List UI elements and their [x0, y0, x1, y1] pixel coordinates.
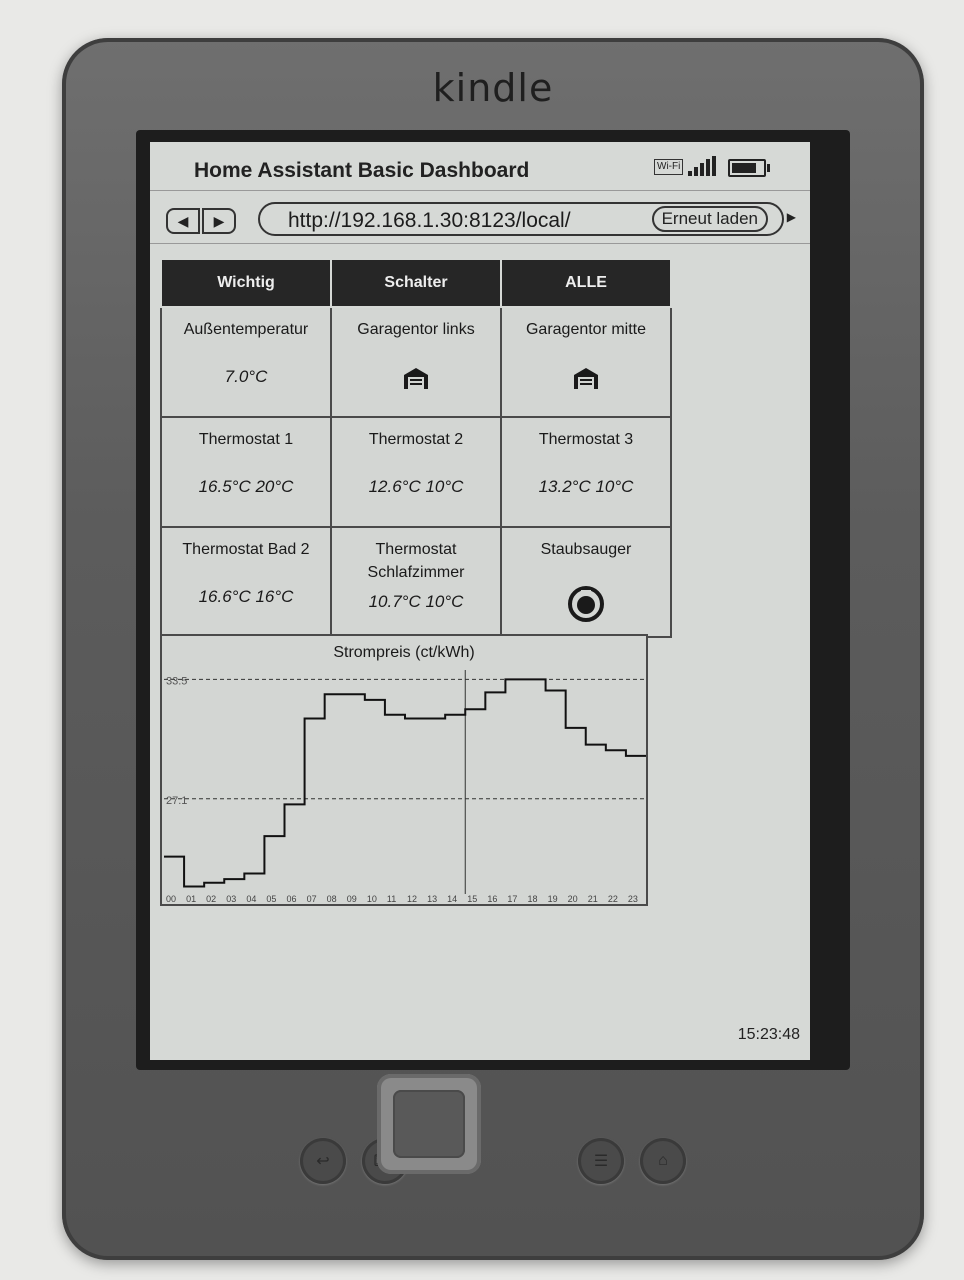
garage-icon	[574, 368, 598, 389]
x-tick-label: 02	[206, 894, 216, 904]
tile-thermostat-bad-2[interactable]: Thermostat Bad 2 16.6°C 16°C	[160, 526, 332, 638]
signal-strength-icon	[688, 156, 720, 176]
home-hardware-button[interactable]: ⌂	[640, 1138, 686, 1184]
x-tick-label: 21	[588, 894, 598, 904]
forward-button[interactable]: ▶	[202, 208, 236, 234]
tile-garagentor-mitte[interactable]: Garagentor mitte	[500, 306, 672, 418]
tile-value: 16.5°C 20°C	[198, 477, 294, 496]
five-way-controller[interactable]	[377, 1074, 481, 1174]
price-series-line	[164, 678, 646, 888]
x-tick-label: 22	[608, 894, 618, 904]
kindle-logo: kindle	[432, 66, 554, 110]
tile-value: 12.6°C 10°C	[368, 477, 464, 496]
tile-value: 7.0°C	[224, 367, 268, 386]
x-tick-label: 19	[548, 894, 558, 904]
x-tick-label: 18	[528, 894, 538, 904]
clock: 15:23:48	[737, 1026, 800, 1043]
tile-thermostat-1[interactable]: Thermostat 1 16.5°C 20°C	[160, 416, 332, 528]
x-tick-label: 08	[327, 894, 337, 904]
x-tick-label: 15	[467, 894, 477, 904]
back-button[interactable]: ◀	[166, 208, 200, 234]
x-tick-label: 05	[266, 894, 276, 904]
tile-name: Garagentor links	[357, 321, 475, 338]
select-button[interactable]	[393, 1090, 465, 1158]
url-text: http://192.168.1.30:8123/local/	[288, 209, 571, 232]
page-title: Home Assistant Basic Dashboard	[194, 159, 530, 182]
chevron-right-icon: ▶	[786, 210, 796, 224]
price-chart: Strompreis (ct/kWh) 33.5 27.1 00 01 02 03 04 05…	[160, 634, 648, 906]
x-tick-label: 10	[367, 894, 377, 904]
tile-name: Außentemperatur	[183, 321, 309, 338]
garage-icon	[404, 368, 428, 389]
tile-value: 13.2°C 10°C	[538, 477, 634, 496]
tile-aussentemperatur[interactable]: Außentemperatur 7.0°C	[160, 306, 332, 418]
x-tick-label: 11	[387, 894, 396, 904]
history-buttons: ◀ ▶	[166, 208, 236, 234]
tile-thermostat-2[interactable]: Thermostat 2 12.6°C 10°C	[330, 416, 502, 528]
x-tick-label: 13	[427, 894, 437, 904]
battery-icon	[728, 159, 770, 177]
tile-garagentor-links[interactable]: Garagentor links	[330, 306, 502, 418]
status-bar: Home Assistant Basic Dashboard Wi-Fi	[150, 142, 810, 190]
x-tick-label: 23	[628, 894, 638, 904]
menu-hardware-button[interactable]: ☰	[578, 1138, 624, 1184]
back-hardware-button[interactable]: ↩	[300, 1138, 346, 1184]
tile-thermostat-schlafzimmer[interactable]: Thermostat Schlafzimmer 10.7°C 10°C	[330, 526, 502, 638]
tile-name: Thermostat 2	[368, 431, 464, 448]
x-tick-label: 20	[568, 894, 578, 904]
chart-plot: 33.5 27.1 00 01 02 03 04 05 06 07 08 09 10 11 12 13 14 15…	[164, 670, 646, 904]
tile-name: Thermostat 3	[538, 431, 634, 448]
x-tick-label: 16	[487, 894, 497, 904]
x-tick-label: 00	[166, 894, 176, 904]
wifi-icon: Wi-Fi	[654, 159, 684, 175]
reference-label: 33.5	[166, 675, 187, 687]
tab-wichtig[interactable]: Wichtig	[160, 258, 332, 308]
dashboard-grid: Wichtig Schalter ALLE Außentemperatur 7.…	[160, 258, 672, 638]
tile-thermostat-3[interactable]: Thermostat 3 13.2°C 10°C	[500, 416, 672, 528]
x-tick-label: 07	[307, 894, 317, 904]
tile-value: 16.6°C 16°C	[198, 587, 294, 606]
tile-name: Garagentor mitte	[525, 321, 647, 338]
e-ink-screen: Home Assistant Basic Dashboard Wi-Fi ◀ ▶…	[150, 142, 810, 1060]
tab-schalter[interactable]: Schalter	[330, 258, 502, 308]
x-tick-label: 14	[447, 894, 457, 904]
tile-staubsauger[interactable]: Staubsauger	[500, 526, 672, 638]
x-tick-label: 01	[186, 894, 196, 904]
tab-alle[interactable]: ALLE	[500, 258, 672, 308]
x-tick-label: 12	[407, 894, 417, 904]
x-tick-label: 17	[507, 894, 517, 904]
x-tick-label: 09	[347, 894, 357, 904]
x-tick-label: 03	[226, 894, 236, 904]
robot-vacuum-icon	[568, 586, 604, 622]
tile-name: Thermostat Bad 2	[182, 541, 310, 558]
tile-name: Thermostat 1	[198, 431, 294, 448]
tile-name: Thermostat Schlafzimmer	[367, 541, 465, 581]
reload-button[interactable]: Erneut laden	[651, 206, 768, 232]
reference-label: 27.1	[166, 795, 187, 807]
url-field[interactable]: http://192.168.1.30:8123/local/ Erneut l…	[258, 202, 796, 236]
x-tick-label: 04	[246, 894, 256, 904]
x-tick-label: 06	[287, 894, 297, 904]
tile-value: 10.7°C 10°C	[368, 592, 464, 611]
tile-name: Staubsauger	[540, 541, 632, 558]
